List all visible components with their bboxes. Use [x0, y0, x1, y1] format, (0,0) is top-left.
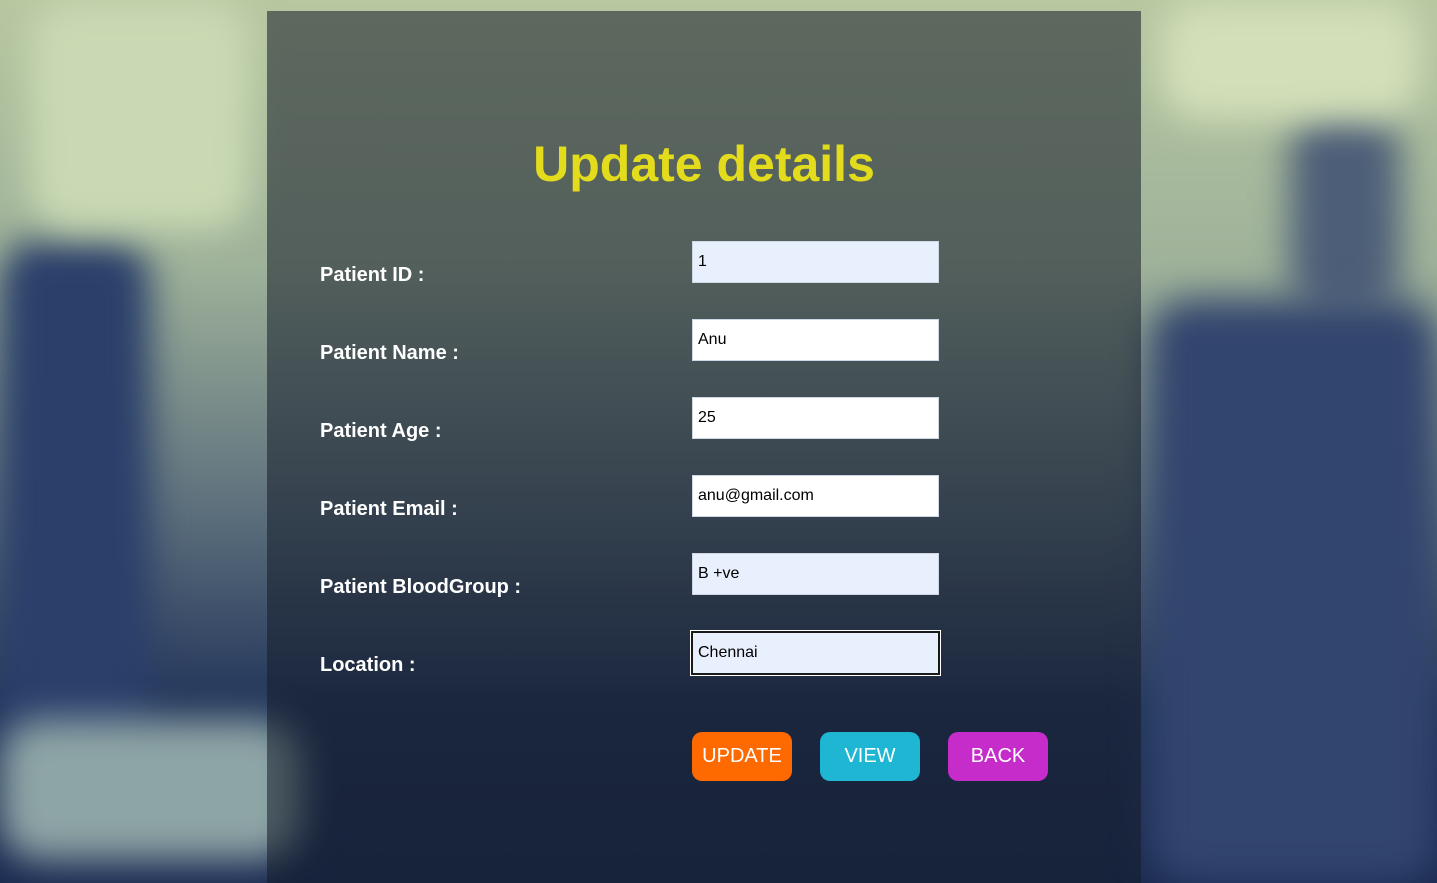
view-button[interactable]: VIEW	[820, 732, 920, 781]
patient-age-input[interactable]	[692, 397, 939, 439]
patient-name-input[interactable]	[692, 319, 939, 361]
patient-name-label: Patient Name :	[320, 342, 459, 364]
update-button[interactable]: UPDATE	[692, 732, 792, 781]
patient-bloodgroup-label: Patient BloodGroup :	[320, 576, 522, 598]
patient-email-input[interactable]	[692, 475, 939, 517]
back-button[interactable]: BACK	[948, 732, 1048, 781]
patient-bloodgroup-input[interactable]	[692, 553, 939, 595]
form-panel: Update details Patient ID : Patient Name…	[267, 11, 1141, 883]
page-title: Update details	[533, 136, 875, 192]
patient-email-label: Patient Email :	[320, 498, 458, 520]
patient-age-label: Patient Age :	[320, 420, 442, 442]
location-input[interactable]	[691, 631, 940, 675]
patient-id-input[interactable]	[692, 241, 939, 283]
patient-id-label: Patient ID :	[320, 264, 425, 286]
location-label: Location :	[320, 654, 416, 676]
